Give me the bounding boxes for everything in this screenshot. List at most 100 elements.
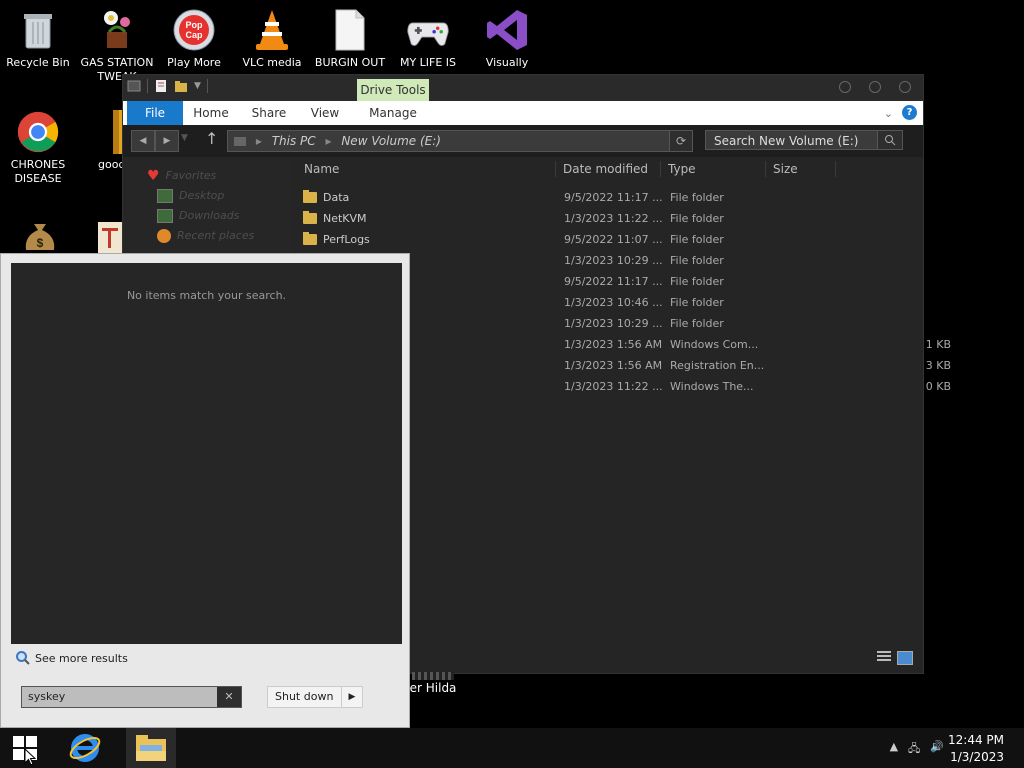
volume-icon[interactable]: 🔊 bbox=[930, 740, 944, 759]
search-icon[interactable] bbox=[877, 131, 902, 149]
help-icon[interactable]: ? bbox=[902, 105, 917, 120]
search-input[interactable]: Search New Volume (E:) bbox=[705, 130, 903, 150]
large-icons-view-icon[interactable] bbox=[897, 651, 913, 665]
breadcrumb-this-pc[interactable]: This PC bbox=[272, 134, 316, 148]
nav-desktop[interactable]: Desktop bbox=[157, 187, 224, 205]
file-size: 1 KB bbox=[925, 338, 951, 351]
desktop-icon-partial[interactable] bbox=[412, 672, 454, 680]
desktop-icon-burgin-out[interactable]: BURGIN OUT bbox=[312, 8, 388, 70]
desktop-icon-recycle-bin[interactable]: Recycle Bin bbox=[0, 8, 76, 70]
column-header-type[interactable]: Type bbox=[668, 157, 696, 181]
money-bag-icon[interactable]: $ bbox=[20, 220, 60, 257]
file-name: PerfLogs bbox=[303, 229, 370, 250]
recent-places-icon bbox=[157, 229, 171, 243]
column-header-date[interactable]: Date modified bbox=[563, 157, 648, 181]
desktop-icon bbox=[157, 189, 173, 203]
internet-explorer-button[interactable] bbox=[62, 728, 108, 768]
no-results-message: No items match your search. bbox=[126, 289, 287, 302]
breadcrumb-new-volume[interactable]: New Volume (E:) bbox=[341, 134, 441, 148]
tab-share[interactable]: Share bbox=[247, 101, 291, 125]
column-header-name[interactable]: Name bbox=[304, 157, 339, 181]
desktop-icon-label: BURGIN OUT bbox=[314, 56, 386, 69]
ribbon-tab-bar: File Home Share View Manage ⌄ ? bbox=[123, 101, 923, 125]
file-type: File folder bbox=[670, 317, 724, 330]
file-explorer-button[interactable] bbox=[126, 728, 176, 768]
title-bar[interactable]: ▼ bbox=[123, 75, 923, 101]
tab-home[interactable]: Home bbox=[189, 101, 233, 125]
nav-favorites[interactable]: ♥ Favorites bbox=[147, 167, 216, 185]
file-date: 1/3/2023 11:22 ... bbox=[564, 212, 663, 225]
column-header-size[interactable]: Size bbox=[773, 157, 798, 181]
maximize-button[interactable] bbox=[869, 81, 881, 93]
popcap-icon: Pop Cap bbox=[172, 8, 216, 52]
refresh-icon[interactable]: ⟳ bbox=[669, 131, 692, 151]
file-date: 1/3/2023 11:22 ... bbox=[564, 380, 663, 393]
file-row[interactable]: NetKVM 1/3/2023 11:22 ... File folder bbox=[303, 208, 843, 229]
window-controls bbox=[839, 81, 911, 93]
start-search-input[interactable]: syskey ✕ bbox=[21, 686, 242, 708]
file-date: 9/5/2022 11:17 ... bbox=[564, 191, 663, 204]
network-icon[interactable]: 🖧 bbox=[908, 740, 920, 759]
shut-down-label: Shut down bbox=[275, 690, 334, 703]
desktop-icon-gas-station[interactable]: GAS STATION TWEAK bbox=[79, 8, 155, 84]
file-size bbox=[883, 187, 951, 208]
back-button[interactable]: ◀ bbox=[131, 130, 155, 152]
chevron-down-icon[interactable]: ▼ bbox=[194, 81, 201, 91]
properties-icon[interactable] bbox=[154, 79, 168, 93]
desktop-icon-label: VLC media bbox=[242, 56, 302, 69]
tab-view[interactable]: View bbox=[305, 101, 345, 125]
desktop-icon-play-more[interactable]: Pop Cap Play More bbox=[156, 8, 232, 70]
file-type: Windows The... bbox=[670, 380, 754, 393]
minimize-button[interactable] bbox=[839, 81, 851, 93]
file-row[interactable]: PerfLogs 9/5/2022 11:07 ... File folder bbox=[303, 229, 843, 250]
column-divider[interactable] bbox=[835, 161, 836, 177]
up-arrow-icon[interactable]: ↑ bbox=[205, 129, 218, 148]
column-divider[interactable] bbox=[660, 161, 661, 177]
clock[interactable]: 12:44 PM 1/3/2023 bbox=[948, 732, 1004, 766]
forward-button[interactable]: ▶ bbox=[155, 130, 179, 152]
file-size: 3 KB bbox=[925, 359, 951, 372]
desktop-icon-chrome[interactable]: CHRONES DISEASE bbox=[0, 110, 76, 186]
recycle-bin-icon bbox=[16, 8, 60, 52]
blank-document-icon bbox=[328, 8, 372, 52]
recent-locations-icon[interactable]: ▼ bbox=[181, 133, 188, 143]
nav-recent-places[interactable]: Recent places bbox=[157, 227, 254, 245]
file-name-label: Data bbox=[323, 191, 350, 204]
shut-down-options-arrow[interactable]: ▶ bbox=[341, 687, 362, 707]
clear-search-button[interactable]: ✕ bbox=[217, 687, 241, 707]
separator bbox=[147, 79, 148, 93]
desktop-icon-my-life[interactable]: MY LIFE IS bbox=[390, 8, 466, 70]
close-button[interactable] bbox=[899, 81, 911, 93]
ribbon-expand-icon[interactable]: ⌄ bbox=[884, 107, 893, 120]
file-size bbox=[883, 208, 951, 229]
clock-time: 12:44 PM bbox=[948, 733, 1004, 747]
column-divider[interactable] bbox=[765, 161, 766, 177]
shut-down-button[interactable]: Shut down ▶ bbox=[267, 686, 363, 708]
drive-icon bbox=[234, 137, 246, 146]
file-date: 1/3/2023 1:56 AM bbox=[564, 359, 663, 372]
column-divider[interactable] bbox=[555, 161, 556, 177]
game-icon-partial[interactable] bbox=[96, 220, 124, 257]
nav-label: Desktop bbox=[179, 189, 225, 202]
file-date: 9/5/2022 11:07 ... bbox=[564, 233, 663, 246]
mouse-cursor-icon bbox=[24, 748, 36, 766]
desktop-icon-label-partial: per Hilda bbox=[402, 681, 457, 695]
nav-label: Recent places bbox=[177, 229, 255, 242]
address-bar[interactable]: ▸ This PC ▸ New Volume (E:) ⟳ bbox=[227, 130, 693, 152]
show-hidden-icons-icon[interactable]: ▲ bbox=[890, 740, 898, 759]
new-folder-icon[interactable] bbox=[174, 79, 188, 93]
file-row[interactable]: Data 9/5/2022 11:17 ... File folder bbox=[303, 187, 843, 208]
view-switcher bbox=[877, 651, 913, 665]
file-date: 1/3/2023 10:29 ... bbox=[564, 317, 663, 330]
nav-downloads[interactable]: Downloads bbox=[157, 207, 239, 225]
file-size bbox=[883, 271, 951, 292]
tab-file[interactable]: File bbox=[127, 101, 183, 125]
tab-manage[interactable]: Manage bbox=[357, 101, 429, 125]
see-more-results-link[interactable]: See more results bbox=[15, 650, 128, 666]
desktop-icon-label: Recycle Bin bbox=[6, 56, 70, 69]
desktop-icon-visual-studio[interactable]: Visually bbox=[469, 8, 545, 70]
svg-text:Pop: Pop bbox=[186, 20, 204, 30]
window-menu-icon[interactable] bbox=[127, 79, 141, 93]
desktop-icon-vlc[interactable]: VLC media bbox=[234, 8, 310, 70]
details-view-icon[interactable] bbox=[877, 651, 891, 663]
